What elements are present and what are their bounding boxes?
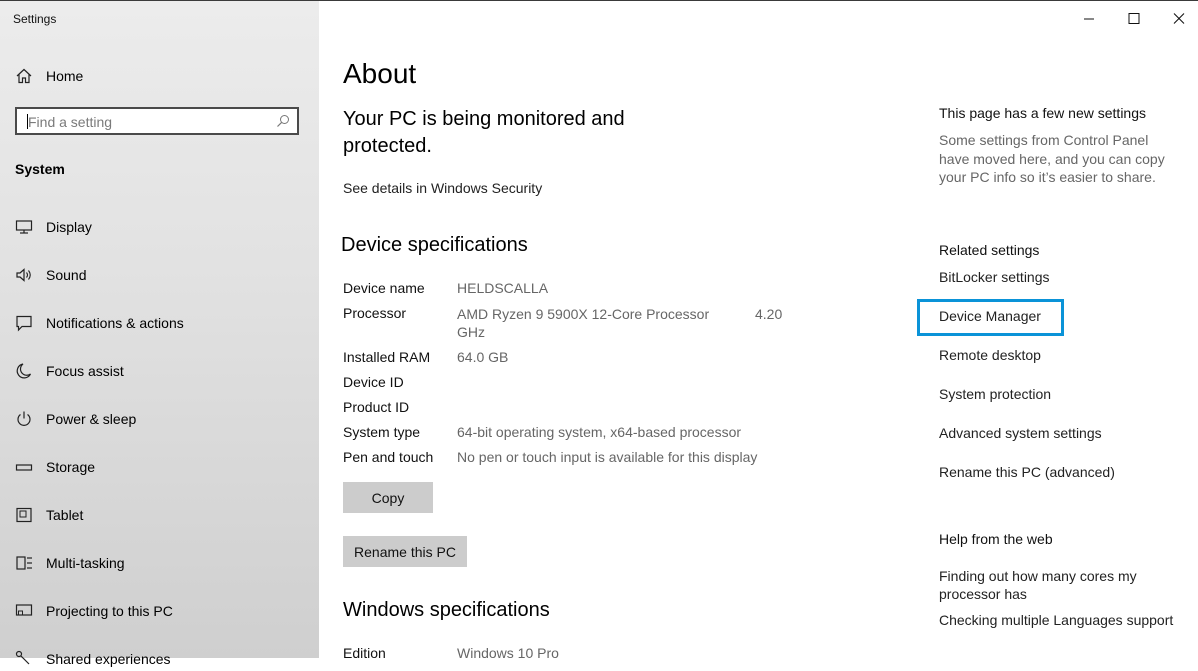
sidebar-item-sound[interactable]: Sound (15, 263, 86, 287)
multitasking-icon (16, 556, 32, 570)
spec-label-processor: Processor (343, 305, 407, 321)
spec-value-processor-unit: GHz (457, 324, 485, 340)
related-settings-heading: Related settings (939, 242, 1040, 258)
new-settings-description: Some settings from Control Panel have mo… (939, 132, 1165, 185)
sidebar-item-label: Notifications & actions (46, 315, 184, 331)
remote-desktop-link[interactable]: Remote desktop (939, 347, 1041, 363)
sidebar-item-notifications[interactable]: Notifications & actions (15, 311, 184, 335)
sidebar: Settings Home Find a setting System Disp… (0, 1, 319, 667)
sidebar-item-projecting[interactable]: Projecting to this PC (15, 599, 173, 623)
spec-label-device-id: Device ID (343, 374, 404, 390)
power-icon (17, 411, 31, 426)
rename-pc-advanced-link[interactable]: Rename this PC (advanced) (939, 464, 1115, 480)
advanced-system-settings-link[interactable]: Advanced system settings (939, 425, 1102, 441)
sidebar-item-label: Focus assist (46, 363, 124, 379)
sidebar-item-label: Tablet (46, 507, 84, 523)
spec-label-installed-ram: Installed RAM (343, 349, 431, 365)
rename-pc-button[interactable]: Rename this PC (343, 536, 467, 567)
sidebar-item-display[interactable]: Display (15, 215, 92, 239)
sidebar-item-label: Power & sleep (46, 411, 137, 427)
sidebar-home-label: Home (46, 68, 84, 84)
search-icon[interactable] (276, 114, 290, 128)
sidebar-item-focus-assist[interactable]: Focus assist (15, 359, 124, 383)
spec-value-processor-speed: 4.20 (755, 306, 783, 322)
notification-icon (16, 315, 32, 332)
spec-label-system-type: System type (343, 424, 421, 440)
device-manager-link[interactable]: Device Manager (939, 308, 1041, 324)
speaker-icon (16, 268, 31, 282)
system-protection-link[interactable]: System protection (939, 386, 1051, 402)
copy-button[interactable]: Copy (343, 482, 433, 513)
sidebar-item-label: Sound (46, 267, 87, 283)
search-placeholder: Find a setting (28, 114, 113, 130)
tablet-icon (16, 507, 32, 523)
spec-value-device-name: HELDSCALLA (457, 280, 549, 296)
home-icon (16, 68, 32, 84)
spec-value-processor: AMD Ryzen 9 5900X 12-Core Processor (457, 306, 710, 322)
sidebar-item-power-sleep[interactable]: Power & sleep (15, 407, 136, 431)
close-icon[interactable] (1169, 9, 1189, 29)
sidebar-home[interactable]: Home (15, 65, 83, 87)
spec-value-system-type: 64-bit operating system, x64-based proce… (457, 424, 742, 440)
help-link-languages[interactable]: Checking multiple Languages support (939, 612, 1173, 628)
sidebar-item-label: Shared experiences (46, 651, 171, 667)
sidebar-item-multitasking[interactable]: Multi-tasking (15, 551, 125, 575)
monitor-icon (15, 220, 33, 234)
maximize-icon[interactable] (1124, 9, 1144, 29)
sidebar-item-label: Projecting to this PC (46, 603, 173, 619)
sidebar-item-label: Display (46, 219, 92, 235)
windows-security-link[interactable]: See details in Windows Security (343, 180, 542, 196)
page-title: About (343, 58, 417, 89)
spec-label-pen-touch: Pen and touch (343, 449, 434, 465)
spec-label-device-name: Device name (343, 280, 425, 296)
sidebar-item-shared-experiences[interactable]: Shared experiences (15, 647, 171, 671)
spec-value-edition: Windows 10 Pro (457, 645, 559, 661)
sidebar-section-title: System (15, 161, 65, 177)
sidebar-item-label: Multi-tasking (46, 555, 125, 571)
sidebar-item-label: Storage (46, 459, 96, 475)
projecting-icon (15, 604, 33, 616)
windows-specifications-heading: Windows specifications (343, 599, 550, 621)
help-from-web-heading: Help from the web (939, 531, 1053, 547)
device-specifications-heading: Device specifications (341, 234, 528, 256)
shared-icon (15, 650, 30, 665)
spec-value-pen-touch: No pen or touch input is available for t… (457, 449, 758, 465)
help-link-cores[interactable]: Finding out how many cores my processor … (939, 567, 1159, 603)
sidebar-item-tablet[interactable]: Tablet (15, 503, 83, 527)
app-title: Settings (13, 12, 57, 26)
minimize-icon[interactable] (1079, 9, 1099, 29)
spec-label-product-id: Product ID (343, 399, 410, 415)
storage-icon (15, 464, 33, 471)
sidebar-item-storage[interactable]: Storage (15, 455, 95, 479)
spec-label-edition: Edition (343, 645, 386, 661)
spec-value-installed-ram: 64.0 GB (457, 349, 509, 365)
moon-icon (16, 363, 32, 379)
search-input[interactable]: Find a setting (15, 107, 299, 135)
new-settings-heading: This page has a few new settings (939, 105, 1147, 121)
bitlocker-settings-link[interactable]: BitLocker settings (939, 269, 1050, 285)
protection-status-text: Your PC is being monitored and protected… (343, 108, 625, 157)
